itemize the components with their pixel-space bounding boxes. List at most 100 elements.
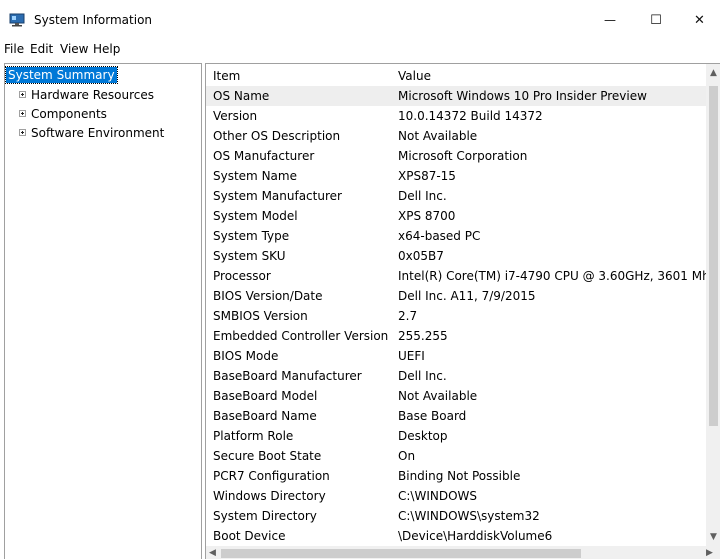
window-title: System Information bbox=[34, 13, 153, 27]
column-header-item[interactable]: Item bbox=[213, 69, 240, 83]
menu-help[interactable]: Help bbox=[93, 42, 120, 56]
table-row[interactable]: Embedded Controller Version 255.255 bbox=[206, 326, 706, 346]
row-value: \Device\HarddiskVolume6 bbox=[398, 529, 553, 543]
row-item: Windows Directory bbox=[213, 489, 326, 503]
arrow-right-icon[interactable]: ▶ bbox=[706, 548, 713, 558]
arrow-down-icon[interactable]: ▼ bbox=[710, 532, 717, 542]
row-item: System SKU bbox=[213, 249, 286, 263]
table-row[interactable]: BaseBoard Manufacturer Dell Inc. bbox=[206, 366, 706, 386]
row-item: Secure Boot State bbox=[213, 449, 322, 463]
row-item: System Type bbox=[213, 229, 290, 243]
details-list: Item Value OS Name Microsoft Windows 10 P… bbox=[205, 63, 720, 559]
row-item: OS Name bbox=[213, 89, 270, 103]
table-row[interactable]: Boot Device \Device\HarddiskVolume6 bbox=[206, 526, 706, 546]
row-value: Not Available bbox=[398, 129, 478, 143]
table-row[interactable]: Other OS Description Not Available bbox=[206, 126, 706, 146]
table-row[interactable]: SMBIOS Version 2.7 bbox=[206, 306, 706, 326]
table-row[interactable]: System Directory C:\WINDOWS\system32 bbox=[206, 506, 706, 526]
menu-bar: File Edit View Help bbox=[0, 40, 720, 60]
table-row[interactable]: BIOS Version/Date Dell Inc. A11, 7/9/2015 bbox=[206, 286, 706, 306]
row-value: 2.7 bbox=[398, 309, 418, 323]
row-value: Microsoft Corporation bbox=[398, 149, 528, 163]
table-row[interactable]: BaseBoard Model Not Available bbox=[206, 386, 706, 406]
row-value: Base Board bbox=[398, 409, 467, 423]
arrow-left-icon[interactable]: ◀ bbox=[209, 548, 216, 558]
expand-icon[interactable] bbox=[19, 91, 26, 98]
table-row[interactable]: BaseBoard Name Base Board bbox=[206, 406, 706, 426]
list-header: Item Value bbox=[206, 64, 706, 86]
horizontal-scroll-thumb[interactable] bbox=[221, 549, 581, 558]
row-item: BaseBoard Manufacturer bbox=[213, 369, 362, 383]
arrow-up-icon[interactable]: ▲ bbox=[710, 68, 717, 78]
menu-file[interactable]: File bbox=[4, 42, 24, 56]
row-value: XPS 8700 bbox=[398, 209, 456, 223]
table-row[interactable]: System Model XPS 8700 bbox=[206, 206, 706, 226]
title-bar: System Information — ☐ ✕ bbox=[0, 0, 720, 40]
row-value: x64-based PC bbox=[398, 229, 481, 243]
row-value: On bbox=[398, 449, 416, 463]
row-value: Dell Inc. A11, 7/9/2015 bbox=[398, 289, 536, 303]
row-value: Desktop bbox=[398, 429, 448, 443]
row-item: System Name bbox=[213, 169, 297, 183]
row-value: Dell Inc. bbox=[398, 369, 447, 383]
table-row[interactable]: Secure Boot State On bbox=[206, 446, 706, 466]
close-button[interactable]: ✕ bbox=[679, 0, 720, 40]
table-row[interactable]: Version 10.0.14372 Build 14372 bbox=[206, 106, 706, 126]
table-row[interactable]: OS Name Microsoft Windows 10 Pro Insider … bbox=[206, 86, 706, 106]
table-row[interactable]: System Manufacturer Dell Inc. bbox=[206, 186, 706, 206]
row-item: System Model bbox=[213, 209, 298, 223]
row-value: Intel(R) Core(TM) i7-4790 CPU @ 3.60GHz,… bbox=[398, 269, 720, 283]
row-item: Platform Role bbox=[213, 429, 294, 443]
tree-item-label: Software Environment bbox=[31, 126, 165, 140]
table-row[interactable]: Processor Intel(R) Core(TM) i7-4790 CPU @… bbox=[206, 266, 720, 286]
table-row[interactable]: BIOS Mode UEFI bbox=[206, 346, 706, 366]
row-value: C:\WINDOWS\system32 bbox=[398, 509, 540, 523]
table-row[interactable]: OS Manufacturer Microsoft Corporation bbox=[206, 146, 706, 166]
row-item: BIOS Version/Date bbox=[213, 289, 323, 303]
table-row[interactable]: System Name XPS87-15 bbox=[206, 166, 706, 186]
vertical-scrollbar[interactable]: ▲ ▼ bbox=[706, 64, 720, 546]
row-value: C:\WINDOWS bbox=[398, 489, 478, 503]
maximize-button[interactable]: ☐ bbox=[633, 0, 679, 40]
table-row[interactable]: System Type x64-based PC bbox=[206, 226, 706, 246]
tree-item-label: Hardware Resources bbox=[31, 88, 155, 102]
row-item: Boot Device bbox=[213, 529, 286, 543]
row-item: System Directory bbox=[213, 509, 317, 523]
row-value: UEFI bbox=[398, 349, 425, 363]
table-row[interactable]: Platform Role Desktop bbox=[206, 426, 706, 446]
row-value: XPS87-15 bbox=[398, 169, 456, 183]
menu-edit[interactable]: Edit bbox=[30, 42, 53, 56]
row-value: 10.0.14372 Build 14372 bbox=[398, 109, 543, 123]
close-icon: ✕ bbox=[694, 12, 705, 28]
table-row[interactable]: System SKU 0x05B7 bbox=[206, 246, 706, 266]
tree-item-system-summary[interactable]: System Summary bbox=[5, 66, 118, 84]
expand-icon[interactable] bbox=[19, 129, 26, 136]
row-value: 0x05B7 bbox=[398, 249, 444, 263]
table-row[interactable]: Windows Directory C:\WINDOWS bbox=[206, 486, 706, 506]
row-item: SMBIOS Version bbox=[213, 309, 308, 323]
tree-item-hardware-resources[interactable]: Hardware Resources bbox=[19, 87, 154, 103]
row-item: BaseBoard Model bbox=[213, 389, 318, 403]
row-item: OS Manufacturer bbox=[213, 149, 315, 163]
row-item: PCR7 Configuration bbox=[213, 469, 330, 483]
tree-item-components[interactable]: Components bbox=[19, 106, 107, 122]
row-value: 255.255 bbox=[398, 329, 448, 343]
horizontal-scrollbar[interactable]: ◀ ▶ bbox=[206, 546, 720, 559]
row-item: Embedded Controller Version bbox=[213, 329, 389, 343]
vertical-scroll-thumb[interactable] bbox=[709, 86, 718, 426]
row-item: Other OS Description bbox=[213, 129, 341, 143]
expand-icon[interactable] bbox=[19, 110, 26, 117]
table-row[interactable]: PCR7 Configuration Binding Not Possible bbox=[206, 466, 706, 486]
row-item: Processor bbox=[213, 269, 271, 283]
tree-item-software-environment[interactable]: Software Environment bbox=[19, 125, 164, 141]
row-item: System Manufacturer bbox=[213, 189, 342, 203]
row-value: Dell Inc. bbox=[398, 189, 447, 203]
system-info-icon bbox=[9, 13, 25, 27]
row-value: Binding Not Possible bbox=[398, 469, 521, 483]
maximize-icon: ☐ bbox=[650, 12, 662, 28]
category-tree: System Summary Hardware Resources Compon… bbox=[4, 63, 202, 559]
menu-view[interactable]: View bbox=[60, 42, 88, 56]
row-item: BIOS Mode bbox=[213, 349, 279, 363]
column-header-value[interactable]: Value bbox=[398, 69, 431, 83]
minimize-button[interactable]: — bbox=[587, 0, 633, 40]
